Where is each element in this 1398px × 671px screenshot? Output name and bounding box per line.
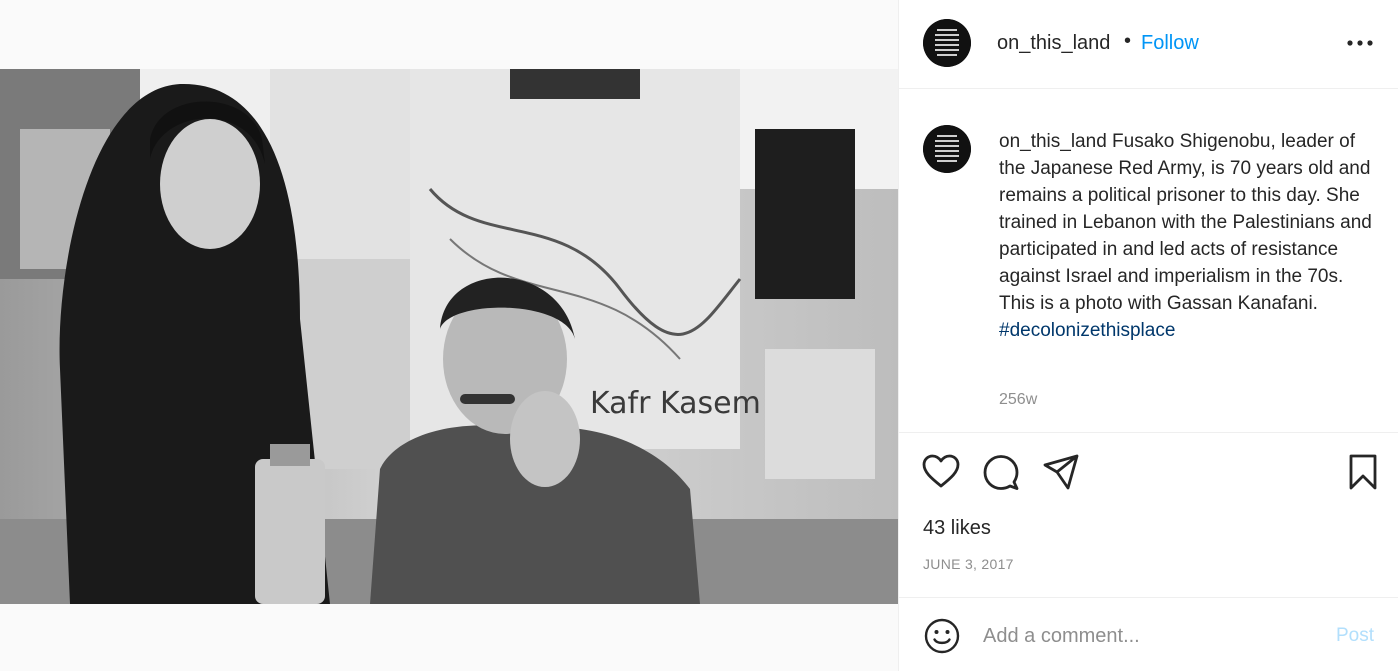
- bookmark-icon[interactable]: [1343, 452, 1383, 492]
- likes-count[interactable]: 43 likes: [923, 517, 991, 540]
- paper-plane-icon[interactable]: [1041, 452, 1081, 492]
- caption-section: on_this_land Fusako Shigenobu, leader of…: [899, 88, 1398, 432]
- comment-bar: Post: [899, 597, 1398, 671]
- more-options-icon[interactable]: [1345, 28, 1375, 58]
- post-photo-image: [0, 69, 898, 604]
- avatar-logo-icon: [923, 125, 971, 173]
- comment-input[interactable]: [983, 621, 1303, 651]
- post-sidebar: on_this_land • Follow on_this_land Fusak…: [898, 0, 1398, 671]
- header-username[interactable]: on_this_land: [997, 32, 1110, 55]
- caption-avatar[interactable]: [923, 125, 971, 173]
- avatar-logo-icon: [923, 19, 971, 67]
- avatar[interactable]: [923, 19, 971, 67]
- poster-caption-text: Kafr Kasem: [590, 386, 761, 421]
- post-comment-button[interactable]: Post: [1336, 625, 1374, 647]
- caption-username[interactable]: on_this_land: [999, 131, 1107, 152]
- follow-button[interactable]: Follow: [1141, 32, 1199, 55]
- post-date[interactable]: JUNE 3, 2017: [923, 556, 1014, 572]
- media-pane: Kafr Kasem: [0, 0, 898, 671]
- comment-bubble-icon[interactable]: [981, 452, 1021, 492]
- caption-body: Fusako Shigenobu, leader of the Japanese…: [999, 131, 1372, 314]
- caption-time-ago[interactable]: 256w: [999, 391, 1037, 409]
- separator-dot: •: [1124, 30, 1132, 52]
- post-header: on_this_land • Follow: [899, 0, 1398, 88]
- hashtag-link[interactable]: #decolonizethisplace: [999, 320, 1175, 341]
- caption-text: on_this_land Fusako Shigenobu, leader of…: [999, 128, 1384, 344]
- action-bar: [899, 452, 1398, 492]
- heart-icon[interactable]: [921, 452, 961, 492]
- emoji-smile-icon[interactable]: [923, 617, 961, 655]
- post-photo[interactable]: Kafr Kasem: [0, 69, 898, 604]
- divider: [899, 432, 1398, 433]
